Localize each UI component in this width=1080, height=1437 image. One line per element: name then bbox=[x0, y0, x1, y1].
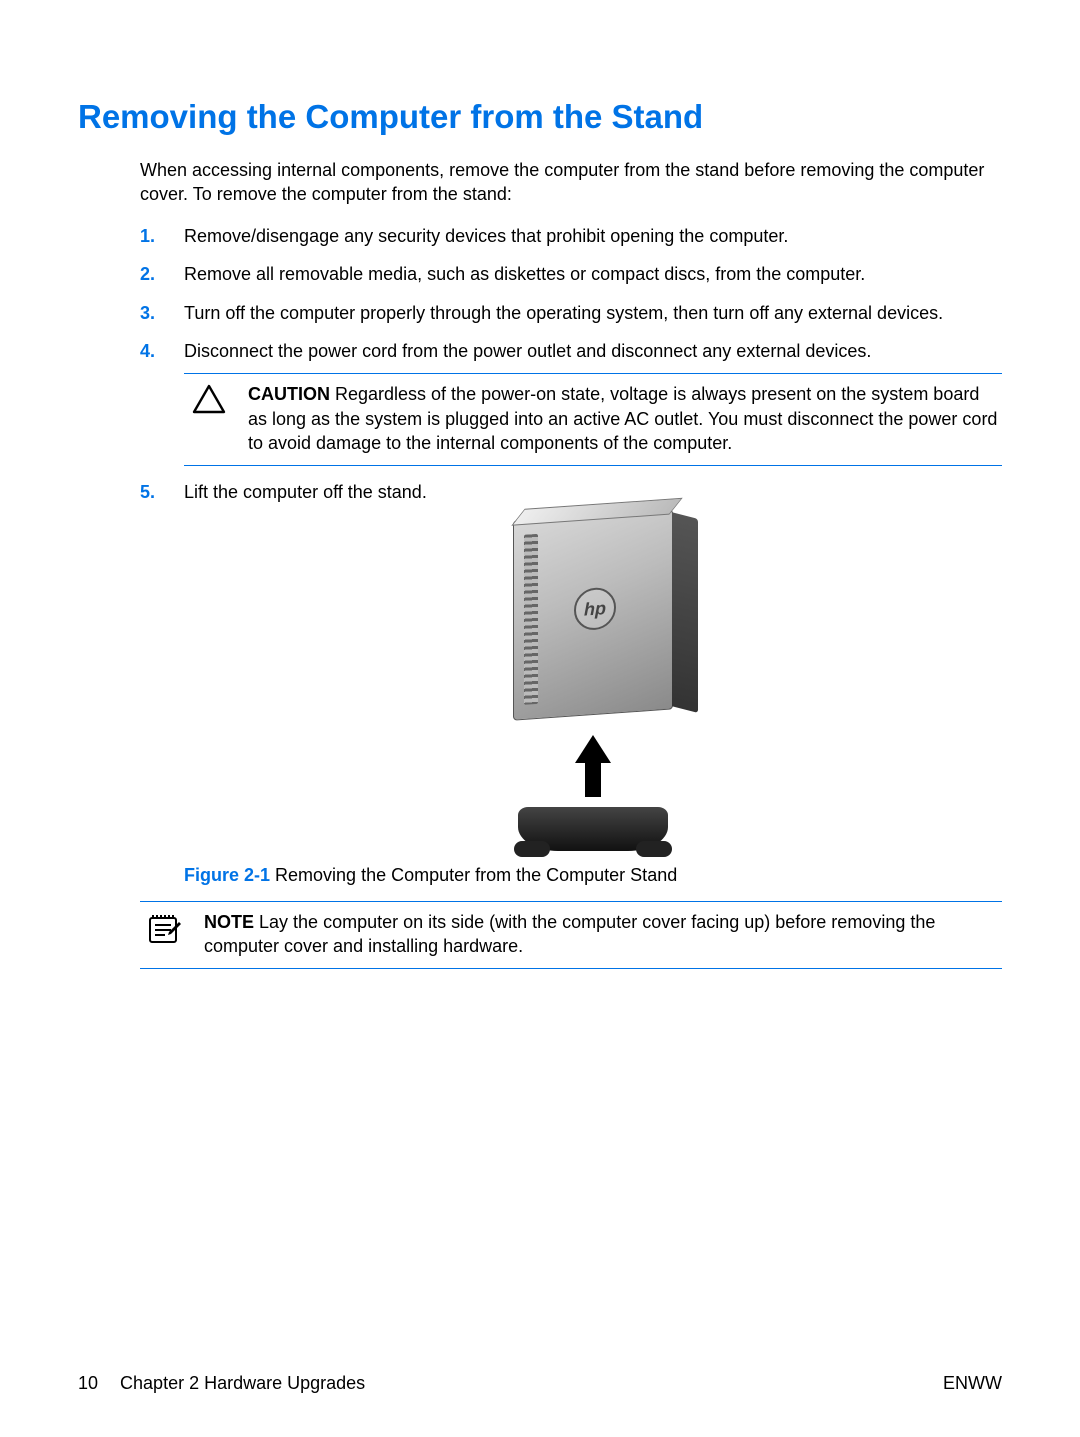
figure-block: hp Figure 2-1 Removing the Computer from… bbox=[184, 515, 1002, 887]
step-text: Remove/disengage any security devices th… bbox=[184, 226, 788, 246]
note-text: Lay the computer on its side (with the c… bbox=[204, 912, 935, 956]
caution-callout: CAUTION Regardless of the power-on state… bbox=[184, 373, 1002, 466]
step-text: Disconnect the power cord from the power… bbox=[184, 341, 871, 361]
step-number: 3. bbox=[140, 301, 155, 325]
step-text: Remove all removable media, such as disk… bbox=[184, 264, 865, 284]
intro-paragraph: When accessing internal components, remo… bbox=[140, 158, 1002, 207]
step-item: 3. Turn off the computer properly throug… bbox=[140, 301, 1002, 325]
caution-text: Regardless of the power-on state, voltag… bbox=[248, 384, 997, 453]
steps-list: 1. Remove/disengage any security devices… bbox=[140, 224, 1002, 887]
note-icon bbox=[147, 912, 183, 946]
step-item: 4. Disconnect the power cord from the po… bbox=[140, 339, 1002, 466]
step-item: 1. Remove/disengage any security devices… bbox=[140, 224, 1002, 248]
computer-illustration: hp bbox=[483, 515, 703, 851]
step-item: 5. Lift the computer off the stand. hp F… bbox=[140, 480, 1002, 887]
step-text: Lift the computer off the stand. bbox=[184, 482, 427, 502]
step-item: 2. Remove all removable media, such as d… bbox=[140, 262, 1002, 286]
note-label: NOTE bbox=[204, 912, 254, 932]
figure-label: Figure 2-1 bbox=[184, 865, 270, 885]
page-number: 10 bbox=[78, 1371, 98, 1395]
footer-right: ENWW bbox=[943, 1371, 1002, 1395]
page-title: Removing the Computer from the Stand bbox=[78, 95, 1002, 140]
step-number: 5. bbox=[140, 480, 155, 504]
note-callout: NOTE Lay the computer on its side (with … bbox=[140, 901, 1002, 970]
computer-stand-icon bbox=[518, 807, 668, 851]
figure-caption-text: Removing the Computer from the Computer … bbox=[270, 865, 677, 885]
arrow-up-icon bbox=[575, 735, 611, 763]
page-footer: 10 Chapter 2 Hardware Upgrades ENWW bbox=[78, 1371, 1002, 1395]
figure-caption: Figure 2-1 Removing the Computer from th… bbox=[184, 863, 1002, 887]
step-text: Turn off the computer properly through t… bbox=[184, 303, 943, 323]
step-number: 4. bbox=[140, 339, 155, 363]
step-number: 2. bbox=[140, 262, 155, 286]
warning-triangle-icon bbox=[192, 384, 226, 414]
step-number: 1. bbox=[140, 224, 155, 248]
computer-tower-icon: hp bbox=[513, 509, 673, 720]
chapter-label: Chapter 2 Hardware Upgrades bbox=[120, 1371, 365, 1395]
caution-label: CAUTION bbox=[248, 384, 330, 404]
